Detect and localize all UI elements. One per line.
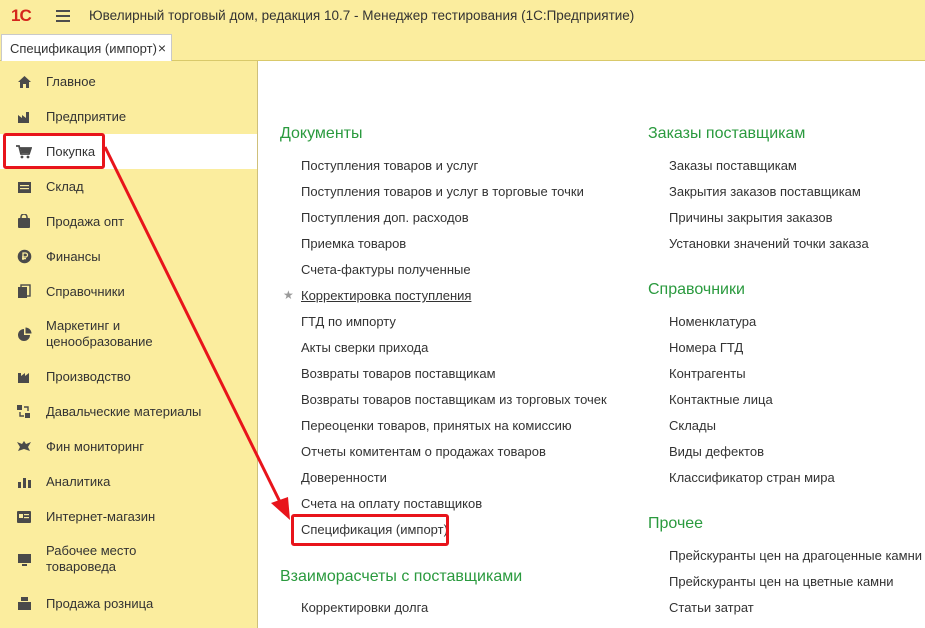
- section-title-documents: Документы: [280, 125, 363, 142]
- tab-specification-import[interactable]: Спецификация (импорт) ×: [1, 34, 172, 62]
- link-reorder-point-settings[interactable]: Установки значений точки заказа: [669, 236, 869, 251]
- link-defect-types[interactable]: Виды дефектов: [669, 444, 764, 459]
- sidebar-item-analytics[interactable]: Аналитика: [0, 464, 257, 499]
- bar-chart-icon: [15, 473, 33, 491]
- link-world-countries-classifier[interactable]: Классификатор стран мира: [669, 470, 835, 485]
- link-goods-acceptance[interactable]: Приемка товаров: [301, 236, 406, 251]
- app-window: 1С Ювелирный торговый дом, редакция 10.7…: [0, 0, 925, 628]
- sidebar-item-label: Аналитика: [46, 473, 111, 489]
- sidebar-item-label: Главное: [46, 73, 96, 89]
- section-title-references: Справочники: [648, 281, 745, 298]
- link-powers-of-attorney[interactable]: Доверенности: [301, 470, 387, 485]
- sidebar-item-retail[interactable]: Продажа розница: [0, 586, 257, 621]
- web-store-icon: [15, 508, 33, 526]
- sidebar-item-label: Интернет-магазин: [46, 508, 156, 524]
- link-returns-to-suppliers[interactable]: Возвраты товаров поставщикам: [301, 366, 496, 381]
- link-nomenclature[interactable]: Номенклатура: [669, 314, 756, 329]
- ruble-icon: [15, 248, 33, 266]
- sidebar-item-label: Справочники: [46, 283, 125, 299]
- link-returns-from-retail-points[interactable]: Возвраты товаров поставщикам из торговых…: [301, 392, 607, 407]
- section-content: Документы Поступления товаров и услуг По…: [259, 61, 925, 628]
- sidebar-item-label: Финансы: [46, 248, 101, 264]
- link-specification-import[interactable]: Спецификация (импорт): [301, 522, 448, 537]
- link-receipts-retail-points[interactable]: Поступления товаров и услуг в торговые т…: [301, 184, 584, 199]
- link-receipts-goods-services[interactable]: Поступления товаров и услуг: [301, 158, 478, 173]
- link-consignor-sales-reports[interactable]: Отчеты комитентам о продажах товаров: [301, 444, 546, 459]
- production-icon: [15, 368, 33, 386]
- link-colored-stones-price-lists[interactable]: Прейскуранты цен на цветные камни: [669, 574, 894, 589]
- section-title-supplier-orders: Заказы поставщикам: [648, 125, 806, 142]
- link-consignment-revaluations[interactable]: Переоценки товаров, принятых на комиссию: [301, 418, 572, 433]
- sidebar-item-label: Продажа розница: [46, 595, 154, 611]
- close-icon[interactable]: ×: [158, 40, 166, 56]
- 1c-logo: 1С: [11, 6, 32, 25]
- sidebar-item-enterprise[interactable]: Предприятие: [0, 99, 257, 134]
- home-icon: [15, 73, 33, 91]
- sidebar-item-finance[interactable]: Финансы: [0, 239, 257, 274]
- main-menu-icon[interactable]: [56, 10, 70, 22]
- link-precious-stones-price-lists[interactable]: Прейскуранты цен на драгоценные камни: [669, 548, 922, 563]
- link-import-customs-declarations[interactable]: ГТД по импорту: [301, 314, 396, 329]
- link-warehouses[interactable]: Склады: [669, 418, 716, 433]
- link-receipt-correction[interactable]: Корректировка поступления: [301, 288, 471, 303]
- link-customs-declaration-numbers[interactable]: Номера ГТД: [669, 340, 743, 355]
- section-title-other: Прочее: [648, 515, 704, 532]
- warehouse-icon: [15, 178, 33, 196]
- materials-icon: [15, 403, 33, 421]
- link-counterparties[interactable]: Контрагенты: [669, 366, 746, 381]
- link-cost-items[interactable]: Статьи затрат: [669, 600, 754, 615]
- sidebar-item-purchase[interactable]: Покупка: [0, 134, 257, 169]
- title-bar: 1С Ювелирный торговый дом, редакция 10.7…: [0, 0, 925, 32]
- link-supplier-orders[interactable]: Заказы поставщикам: [669, 158, 797, 173]
- sidebar-item-label: Давальческие материалы: [46, 403, 202, 419]
- link-contact-persons[interactable]: Контактные лица: [669, 392, 773, 407]
- favorite-star-icon[interactable]: ★: [283, 288, 294, 302]
- eagle-icon: [15, 438, 33, 456]
- link-invoices-received[interactable]: Счета-фактуры полученные: [301, 262, 471, 277]
- sidebar-item-fin-monitoring[interactable]: Фин мониторинг: [0, 429, 257, 464]
- sidebar-item-web-store[interactable]: Интернет-магазин: [0, 499, 257, 534]
- section-title-settlements: Взаиморасчеты с поставщиками: [280, 568, 523, 585]
- sidebar-item-label: Покупка: [46, 143, 96, 159]
- sidebar-item-label: Маркетинг и ценообразование: [46, 318, 153, 349]
- link-supplier-payment-invoices[interactable]: Счета на оплату поставщиков: [301, 496, 482, 511]
- app-title: Ювелирный торговый дом, редакция 10.7 - …: [89, 8, 635, 23]
- sidebar-item-label: Продажа опт: [46, 213, 125, 229]
- sidebar-item-label: Фин мониторинг: [46, 438, 144, 454]
- sidebar-item-marketing[interactable]: Маркетинг и ценообразование: [0, 309, 257, 359]
- pie-chart-icon: [15, 325, 33, 343]
- sidebar-item-merchandiser-workstation[interactable]: Рабочее место товароведа: [0, 534, 257, 584]
- sidebar-item-wholesale[interactable]: Продажа опт: [0, 204, 257, 239]
- sidebar-item-main[interactable]: Главное: [0, 64, 257, 99]
- sidebar-item-references[interactable]: Справочники: [0, 274, 257, 309]
- sidebar-item-tolling-materials[interactable]: Давальческие материалы: [0, 394, 257, 429]
- link-debt-corrections[interactable]: Корректировки долга: [301, 600, 428, 615]
- link-order-closure-reasons[interactable]: Причины закрытия заказов: [669, 210, 833, 225]
- cash-register-icon: [15, 595, 33, 613]
- open-windows-bar: Спецификация (импорт) ×: [0, 32, 925, 62]
- sections-panel: Главное Предприятие Покупка Склад Продаж: [0, 61, 258, 628]
- link-receipt-reconciliation-acts[interactable]: Акты сверки прихода: [301, 340, 428, 355]
- link-receipts-additional-costs[interactable]: Поступления доп. расходов: [301, 210, 469, 225]
- factory-icon: [15, 108, 33, 126]
- books-icon: [15, 283, 33, 301]
- sidebar-item-label: Рабочее место товароведа: [46, 543, 137, 574]
- tab-label: Спецификация (импорт): [10, 41, 157, 56]
- sidebar-item-label: Склад: [46, 178, 84, 194]
- link-order-closures[interactable]: Закрытия заказов поставщикам: [669, 184, 861, 199]
- sidebar-item-warehouse[interactable]: Склад: [0, 169, 257, 204]
- sidebar-item-label: Предприятие: [46, 108, 127, 124]
- workstation-icon: [15, 550, 33, 568]
- bag-icon: [15, 213, 33, 231]
- cart-icon: [15, 143, 33, 161]
- sidebar-item-label: Производство: [46, 368, 131, 384]
- sidebar-item-production[interactable]: Производство: [0, 359, 257, 394]
